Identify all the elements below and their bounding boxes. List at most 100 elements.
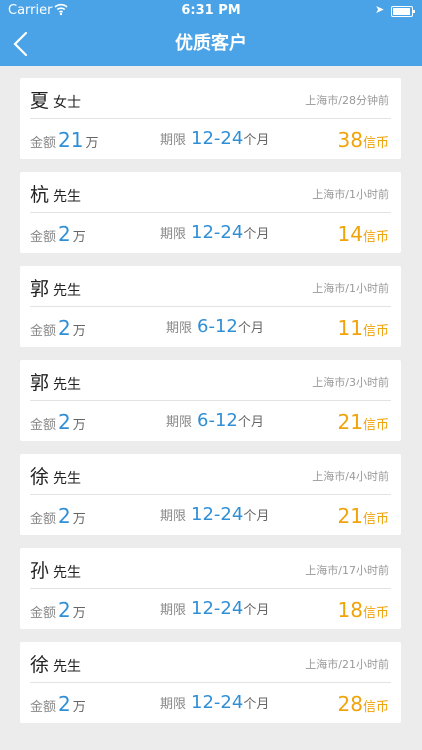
term-unit: 个月 [243, 227, 270, 242]
customer-name: 孙先生 [30, 556, 81, 583]
amount-group: 金额 21 万 [30, 128, 98, 152]
coins-value: 28 [337, 692, 363, 716]
term-label: 期限 [166, 415, 193, 430]
term-group: 期限 12-24个月 [160, 128, 269, 149]
term-group: 期限 12-24个月 [160, 504, 269, 525]
term-group: 期限 6-12个月 [166, 316, 264, 337]
customer-title: 先生 [53, 189, 82, 205]
amount-unit: 万 [72, 700, 86, 715]
divider [30, 118, 391, 119]
customer-card[interactable]: 夏女士 上海市/28分钟前金额 21 万 期限 12-24个月 38信币 [20, 78, 401, 159]
term-value: 12-24 [191, 692, 244, 713]
customer-title: 先生 [53, 565, 82, 581]
term-label: 期限 [160, 133, 187, 148]
amount-unit: 万 [85, 136, 99, 151]
status-bar: Carrier 6:31 PM ➤ [0, 0, 422, 22]
coins-unit: 信币 [362, 324, 389, 339]
customer-card[interactable]: 郭先生 上海市/3小时前 金额 2 万 期限 6-12个月 21信币 [20, 360, 401, 441]
location-arrow-icon: ➤ [375, 3, 385, 16]
customer-name: 徐先生 [30, 462, 81, 489]
term-label: 期限 [166, 321, 193, 336]
term-unit: 个月 [243, 697, 270, 712]
term-group: 期限 12-24个月 [160, 222, 269, 243]
customer-title: 女士 [53, 95, 82, 111]
divider [30, 400, 391, 401]
customer-title: 先生 [53, 377, 82, 393]
coins-value: 18 [337, 598, 363, 622]
term-unit: 个月 [243, 133, 270, 148]
amount-label: 金额 [30, 606, 57, 621]
loan-details: 金额 2 万 期限 6-12个月 21信币 [20, 404, 401, 438]
coins-value: 21 [337, 504, 363, 528]
amount-label: 金额 [30, 324, 57, 339]
customer-name: 郭先生 [30, 368, 81, 395]
loan-details: 金额 2 万 期限 12-24个月 14信币 [20, 216, 401, 250]
coins-value: 38 [337, 128, 363, 152]
term-group: 期限 12-24个月 [160, 598, 269, 619]
customer-surname: 郭 [30, 372, 50, 394]
customer-card[interactable]: 徐先生 上海市/21小时前 金额 2 万 期限 12-24个月 28信币 [20, 642, 401, 723]
location-time: 上海市/4小时前 [312, 470, 389, 483]
location-time: 上海市/17小时前 [305, 564, 389, 577]
coins-group: 28信币 [338, 692, 389, 716]
loan-details: 金额 21 万 期限 12-24个月 38信币 [20, 122, 401, 156]
amount-group: 金额 2 万 [30, 316, 86, 340]
divider [30, 494, 391, 495]
customer-name: 郭先生 [30, 274, 81, 301]
term-group: 期限 6-12个月 [166, 410, 264, 431]
loan-details: 金额 2 万 期限 12-24个月 21信币 [20, 498, 401, 532]
amount-value: 2 [58, 598, 71, 622]
customer-card[interactable]: 杭先生 上海市/1小时前 金额 2 万 期限 12-24个月 14信币 [20, 172, 401, 253]
amount-unit: 万 [72, 606, 86, 621]
amount-group: 金额 2 万 [30, 222, 86, 246]
customer-surname: 夏 [30, 90, 50, 112]
amount-unit: 万 [72, 418, 86, 433]
amount-group: 金额 2 万 [30, 410, 86, 434]
amount-label: 金额 [30, 230, 57, 245]
customer-card[interactable]: 徐先生 上海市/4小时前 金额 2 万 期限 12-24个月 21信币 [20, 454, 401, 535]
term-value: 12-24 [191, 598, 244, 619]
clock: 6:31 PM [181, 3, 241, 18]
coins-group: 11信币 [338, 316, 389, 340]
coins-value: 14 [337, 222, 363, 246]
term-value: 12-24 [191, 504, 244, 525]
term-unit: 个月 [243, 509, 270, 524]
amount-label: 金额 [30, 700, 57, 715]
customer-surname: 郭 [30, 278, 50, 300]
amount-value: 2 [58, 692, 71, 716]
customer-title: 先生 [53, 471, 82, 487]
customer-name: 夏女士 [30, 86, 81, 113]
coins-unit: 信币 [362, 230, 389, 245]
location-time: 上海市/21小时前 [305, 658, 389, 671]
loan-details: 金额 2 万 期限 6-12个月 11信币 [20, 310, 401, 344]
navigation-bar: 优质客户 [0, 22, 422, 66]
customer-title: 先生 [53, 659, 82, 675]
customer-title: 先生 [53, 283, 82, 299]
coins-value: 21 [337, 410, 363, 434]
amount-group: 金额 2 万 [30, 692, 86, 716]
term-unit: 个月 [237, 415, 264, 430]
amount-unit: 万 [72, 230, 86, 245]
term-value: 12-24 [191, 128, 244, 149]
customer-card[interactable]: 郭先生 上海市/1小时前 金额 2 万 期限 6-12个月 11信币 [20, 266, 401, 347]
customer-name: 徐先生 [30, 650, 81, 677]
term-unit: 个月 [237, 321, 264, 336]
customer-card[interactable]: 孙先生 上海市/17小时前金额 2 万 期限 12-24个月 18信币 [20, 548, 401, 629]
coins-group: 18信币 [338, 598, 389, 622]
amount-label: 金额 [30, 512, 57, 527]
customer-surname: 杭 [30, 184, 50, 206]
amount-value: 21 [58, 128, 84, 152]
coins-group: 38信币 [338, 128, 389, 152]
term-label: 期限 [160, 603, 187, 618]
amount-label: 金额 [30, 136, 57, 151]
term-unit: 个月 [243, 603, 270, 618]
amount-label: 金额 [30, 418, 57, 433]
location-time: 上海市/28分钟前 [305, 94, 389, 107]
amount-value: 2 [58, 316, 71, 340]
coins-unit: 信币 [362, 700, 389, 715]
coins-unit: 信币 [362, 136, 389, 151]
amount-group: 金额 2 万 [30, 504, 86, 528]
amount-group: 金额 2 万 [30, 598, 86, 622]
customer-surname: 徐 [30, 466, 50, 488]
location-time: 上海市/3小时前 [312, 376, 389, 389]
